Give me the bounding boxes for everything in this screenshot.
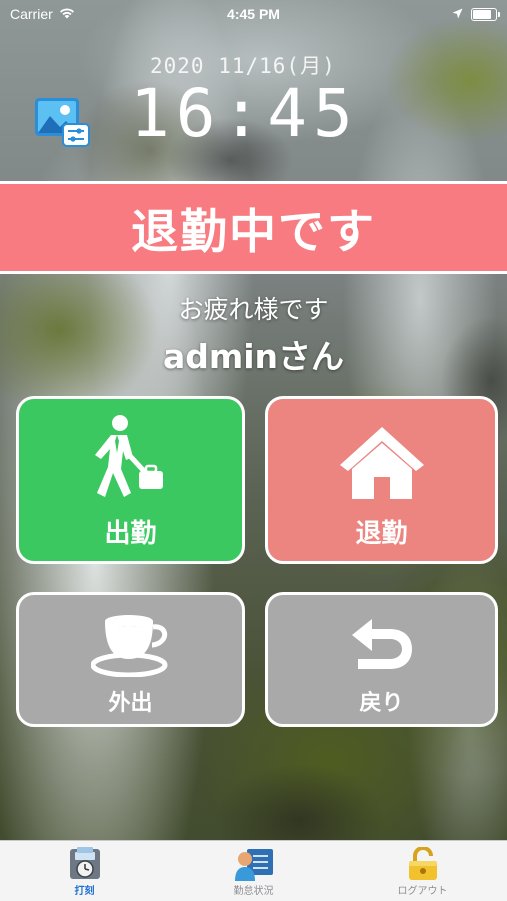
- clock-out-button[interactable]: 退勤: [265, 396, 498, 564]
- tab-attendance-label: 勤怠状況: [233, 886, 274, 897]
- return-arrow-icon: [350, 617, 414, 677]
- tab-bar: 打刻 勤怠状況 ログアウト: [0, 840, 507, 901]
- greeting-message: お疲れ様です: [178, 295, 329, 324]
- tab-punch[interactable]: 打刻: [0, 841, 169, 901]
- status-bar: Carrier 4:45 PM: [0, 0, 507, 28]
- go-out-button[interactable]: 外出: [16, 592, 245, 727]
- clock-out-label: 退勤: [355, 519, 408, 549]
- image-settings-icon: [33, 98, 91, 152]
- clock-in-button[interactable]: 出勤: [16, 396, 245, 564]
- clock-in-label: 出勤: [104, 519, 157, 549]
- user-name: adminさん: [162, 337, 345, 376]
- status-time: 4:45 PM: [227, 6, 280, 22]
- attendance-status-icon: [233, 847, 275, 881]
- work-status-text: 退勤中です: [131, 205, 376, 260]
- home-icon: [336, 423, 428, 505]
- padlock-icon: [406, 847, 440, 881]
- return-label: 戻り: [359, 691, 404, 716]
- location-arrow-icon: [452, 6, 463, 22]
- punch-clock-icon: [67, 847, 103, 881]
- tab-punch-label: 打刻: [74, 886, 95, 897]
- status-right-group: [452, 6, 500, 22]
- tab-logout[interactable]: ログアウト: [338, 841, 507, 901]
- tab-attendance[interactable]: 勤怠状況: [169, 841, 338, 901]
- battery-icon: [471, 7, 500, 21]
- coffee-cup-icon: [90, 613, 171, 681]
- businessman-walking-icon: [93, 413, 169, 513]
- go-out-label: 外出: [108, 691, 153, 716]
- tab-logout-label: ログアウト: [397, 886, 448, 897]
- background-settings-button[interactable]: [33, 96, 91, 148]
- current-time: 16:45: [130, 75, 359, 152]
- work-status-banner: 退勤中です: [0, 181, 507, 274]
- return-button[interactable]: 戻り: [265, 592, 498, 727]
